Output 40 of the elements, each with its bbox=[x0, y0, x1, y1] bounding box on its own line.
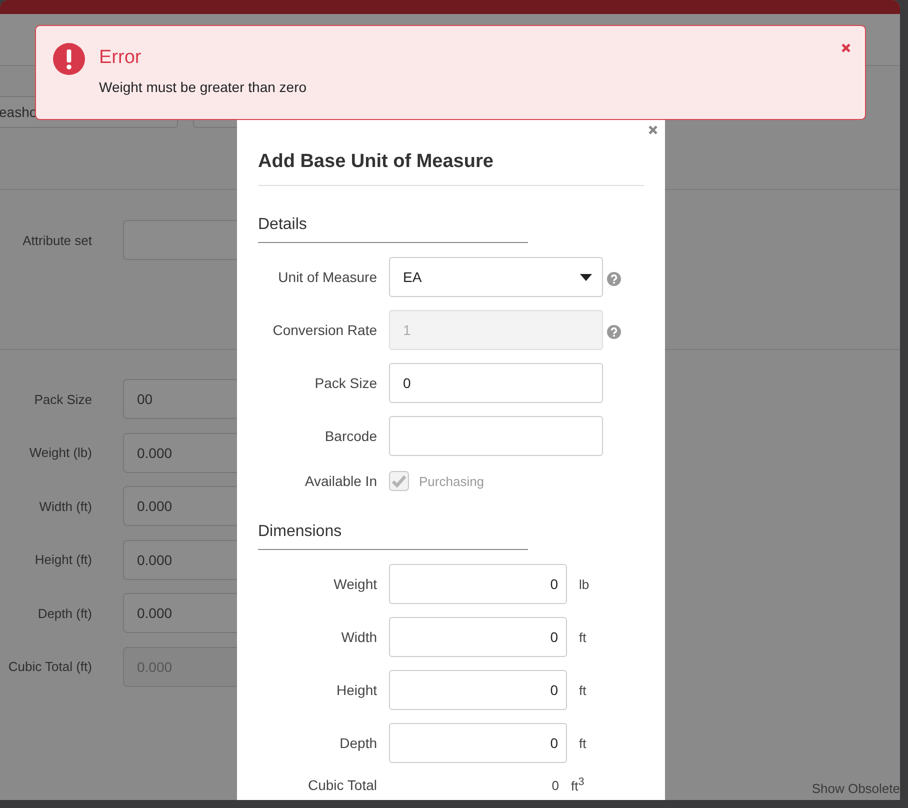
field-label: Width (ft) bbox=[38, 498, 92, 514]
input-field: 1 bbox=[389, 310, 603, 350]
field-label: Depth bbox=[338, 735, 377, 751]
checkbox-label: Purchasing bbox=[419, 474, 484, 488]
field-label: Pack Size bbox=[33, 392, 92, 406]
field-label: Pack Size bbox=[314, 375, 377, 391]
dialog-title: Add Base Unit of Measure bbox=[258, 139, 644, 186]
input-field[interactable]: 0 bbox=[389, 723, 567, 763]
unit-label: ft$^{3}$ bbox=[571, 776, 584, 794]
unit-label: ft bbox=[579, 736, 586, 750]
field-label: Height (ft) bbox=[34, 552, 92, 567]
close-icon[interactable] bbox=[841, 43, 851, 53]
field-label: Conversion Rate bbox=[272, 322, 377, 338]
field-label: Barcode bbox=[324, 428, 377, 444]
field-label: Weight bbox=[332, 576, 377, 592]
section-heading: Dimensions bbox=[258, 493, 528, 550]
field-label: Unit of Measure bbox=[277, 269, 377, 285]
field-label: Attribute set bbox=[22, 232, 92, 248]
caret-icon bbox=[580, 274, 592, 280]
alert-message: Weight must be greater than zero bbox=[99, 79, 308, 95]
section-heading: Details bbox=[258, 186, 528, 243]
input-field[interactable]: 0 bbox=[389, 670, 567, 710]
input-field[interactable]: 0 bbox=[389, 363, 603, 403]
field-label: Cubic Total bbox=[306, 777, 377, 793]
input-field[interactable]: 0 bbox=[389, 617, 567, 657]
input-field[interactable]: 0 bbox=[389, 564, 567, 604]
field-label: Height bbox=[336, 682, 377, 698]
input-field[interactable] bbox=[389, 416, 603, 456]
value-text: 0 bbox=[550, 778, 559, 792]
alert-title: Error bbox=[99, 47, 142, 69]
unit-label: lb bbox=[579, 576, 590, 592]
dropdown[interactable]: EA bbox=[389, 257, 603, 297]
field-label: Depth (ft) bbox=[36, 606, 92, 620]
field-label: Width bbox=[340, 629, 377, 645]
field-label: Cubic Total (ft) bbox=[7, 659, 92, 674]
unit-label: ft bbox=[579, 630, 586, 644]
field-label: Weight (lb) bbox=[28, 445, 92, 460]
unit-label: ft bbox=[579, 682, 586, 698]
field-label: Available In bbox=[304, 473, 377, 489]
error-icon bbox=[53, 43, 85, 75]
